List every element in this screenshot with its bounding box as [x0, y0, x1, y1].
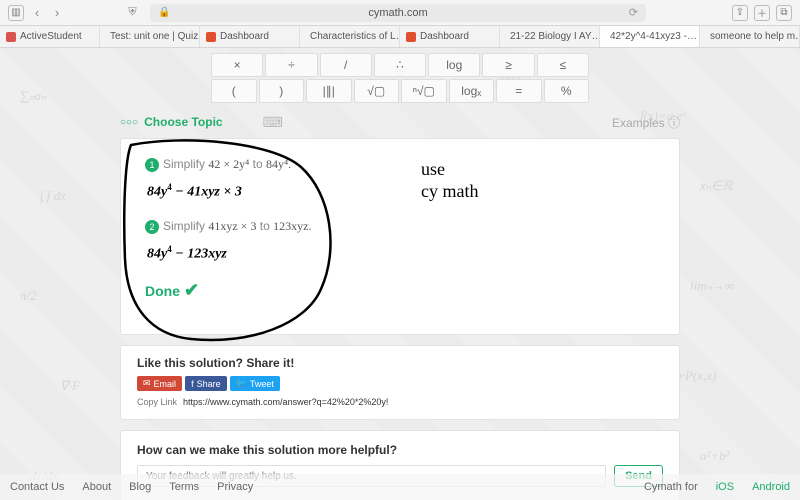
share-title: Like this solution? Share it!	[137, 356, 663, 370]
tab-label: 42*2y^4-41xyz3 -…	[610, 31, 697, 42]
keypad-key[interactable]: ≤	[537, 53, 589, 77]
facebook-icon: f	[191, 379, 194, 389]
tab-label: Dashboard	[420, 31, 469, 42]
share-icon[interactable]: ⇪	[732, 5, 748, 21]
footer-ios-link[interactable]: iOS	[716, 481, 734, 493]
browser-tab[interactable]: ActiveStudent	[0, 26, 100, 47]
twitter-icon: 🐦	[236, 378, 247, 389]
step-number-badge: 1	[145, 158, 159, 172]
mail-icon: ✉	[143, 378, 151, 389]
page-footer: Contact Us About Blog Terms Privacy Cymath f…	[0, 474, 800, 500]
back-button[interactable]: ‹	[30, 5, 44, 20]
shield-icon[interactable]: ⛨	[128, 6, 136, 19]
footer-link[interactable]: Privacy	[217, 481, 253, 493]
done-label: Done✔	[145, 280, 655, 301]
favicon	[6, 32, 16, 42]
keypad-key[interactable]: /	[320, 53, 372, 77]
share-email-button[interactable]: ✉Email	[137, 376, 182, 391]
bg-formula: ∑ₙσₙ	[20, 88, 46, 104]
browser-tab[interactable]: someone to help m…	[700, 26, 800, 47]
share-url[interactable]: https://www.cymath.com/answer?q=42%20*2%…	[183, 397, 388, 407]
copy-link-label[interactable]: Copy Link	[137, 397, 177, 407]
favicon	[206, 32, 216, 42]
tab-label: Characteristics of L…	[310, 31, 400, 42]
share-card: Like this solution? Share it! ✉Email fSh…	[120, 345, 680, 420]
tab-label: Dashboard	[220, 31, 269, 42]
solution-step: 1Simplify 42 × 2y⁴ to 84y⁴.	[145, 157, 655, 172]
bg-formula: xₙ∈ℝ	[700, 178, 733, 194]
tab-label: 21-22 Biology I AY…	[510, 31, 600, 42]
handwriting-line-2: cy math	[421, 181, 478, 203]
footer-link[interactable]: Contact Us	[10, 481, 64, 493]
choose-topic-dots-icon: ○○○	[120, 117, 138, 128]
address-bar[interactable]: ⛨ 🔒 cymath.com ⟳	[150, 4, 646, 22]
browser-tab[interactable]: 21-22 Biology I AY…	[500, 26, 600, 47]
step-number-badge: 2	[145, 220, 159, 234]
solution-step: 2Simplify 41xyz × 3 to 123xyz.	[145, 219, 655, 234]
keypad-key[interactable]: (	[211, 79, 257, 103]
solution-formula: 84y4 − 41xyz × 3	[147, 182, 655, 201]
footer-platform-label: Cymath for	[644, 481, 698, 493]
keypad-key[interactable]: ⁿ√▢	[401, 79, 447, 103]
footer-link[interactable]: Blog	[129, 481, 151, 493]
share-twitter-button[interactable]: 🐦Tweet	[230, 376, 280, 391]
browser-tab[interactable]: Dashboard	[400, 26, 500, 47]
keypad-key[interactable]: ÷	[265, 53, 317, 77]
browser-toolbar: ▥ ‹ › ⛨ 🔒 cymath.com ⟳ ⇪ ＋ ⧉	[0, 0, 800, 26]
bg-formula: π/2	[20, 288, 37, 304]
keyboard-toggle-icon[interactable]: ⌨	[263, 114, 283, 131]
keypad-key[interactable]: =	[496, 79, 542, 103]
bg-formula: ∫ f dx	[40, 188, 66, 204]
favicon	[406, 32, 416, 42]
topic-toolbar: ○○○ Choose Topic ⌨ Examples ⓘ	[120, 112, 680, 132]
keypad-key[interactable]: )	[259, 79, 305, 103]
forward-button[interactable]: ›	[50, 5, 64, 20]
footer-link[interactable]: About	[82, 481, 111, 493]
keypad-key[interactable]: √▢	[354, 79, 400, 103]
sidebar-toggle-icon[interactable]: ▥	[8, 5, 24, 21]
solution-formula: 84y4 − 123xyz	[147, 244, 655, 263]
tab-label: Test: unit one | Quiz…	[110, 31, 200, 42]
handwriting-line-1: use	[421, 159, 478, 181]
keypad-key[interactable]: ×	[211, 53, 263, 77]
bg-formula: limₙ→∞	[690, 278, 734, 294]
share-facebook-button[interactable]: fShare	[185, 376, 227, 391]
browser-tab[interactable]: 42*2y^4-41xyz3 -…	[600, 26, 700, 47]
new-tab-icon[interactable]: ＋	[754, 5, 770, 21]
examples-button[interactable]: Examples ⓘ	[612, 114, 680, 131]
tab-label: ActiveStudent	[20, 31, 82, 42]
handwritten-annotation: use cy math	[421, 159, 478, 202]
choose-topic-button[interactable]: Choose Topic	[144, 115, 222, 129]
tab-strip: ActiveStudent Test: unit one | Quiz… Dashb…	[0, 26, 800, 48]
tab-label: someone to help m…	[710, 31, 800, 42]
keypad-key[interactable]: |∥|	[306, 79, 352, 103]
footer-android-link[interactable]: Android	[752, 481, 790, 493]
footer-link[interactable]: Terms	[169, 481, 199, 493]
math-keypad: ×÷/∴log≥≤ ()|∥|√▢ⁿ√▢logₓ=%	[210, 48, 590, 104]
keypad-key[interactable]: logₓ	[449, 79, 495, 103]
tabs-overview-icon[interactable]: ⧉	[776, 5, 792, 21]
keypad-key[interactable]: log	[428, 53, 480, 77]
solution-card: use cy math 1Simplify 42 × 2y⁴ to 84y⁴. 8…	[120, 138, 680, 335]
check-icon: ✔	[184, 280, 199, 300]
reload-icon[interactable]: ⟳	[629, 6, 638, 19]
browser-tab[interactable]: Characteristics of L…	[300, 26, 400, 47]
browser-tab[interactable]: Test: unit one | Quiz…	[100, 26, 200, 47]
keypad-key[interactable]: ≥	[482, 53, 534, 77]
page-content: ∑ₙσₙf(x)=a·eˣ∫ f dxxₙ∈ℝπ/2limₙ→∞∇·Fg<p·P…	[0, 48, 800, 500]
browser-tab[interactable]: Dashboard	[200, 26, 300, 47]
feedback-title: How can we make this solution more helpf…	[137, 443, 663, 457]
keypad-key[interactable]: %	[544, 79, 590, 103]
keypad-key[interactable]: ∴	[374, 53, 426, 77]
bg-formula: a²+b²	[700, 448, 730, 464]
lock-icon: 🔒	[158, 7, 170, 18]
bg-formula: ∇·F	[60, 378, 80, 394]
address-host: cymath.com	[368, 7, 427, 19]
